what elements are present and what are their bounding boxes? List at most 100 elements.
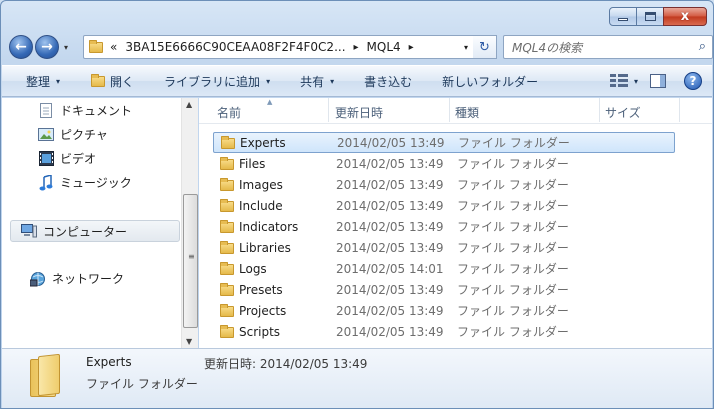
file-name: Experts [240,135,286,150]
view-controls: ▾ ? [609,72,702,90]
address-overflow[interactable]: « [110,40,117,54]
address-bar[interactable]: « 3BA15E6666C90CEAA08F2F4F0C2... ▸ MQL4 … [83,35,475,59]
back-arrow-icon: ← [15,39,27,55]
include-in-library-button[interactable]: ライブラリに追加 ▾ [164,73,270,90]
include-library-label: ライブラリに追加 [164,74,261,89]
chevron-down-icon: ▾ [63,42,68,52]
network-icon [30,271,46,287]
table-row[interactable]: Presets 2014/02/05 13:49 ファイル フォルダー [213,279,675,300]
file-modified: 2014/02/05 14:01 [336,261,444,276]
column-size[interactable]: サイズ [605,104,641,121]
close-button[interactable]: x [663,7,707,26]
forward-arrow-icon: → [41,39,53,55]
table-row[interactable]: Include 2014/02/05 13:49 ファイル フォルダー [213,195,675,216]
column-divider[interactable] [328,98,329,122]
table-row[interactable]: Experts 2014/02/05 13:49 ファイル フォルダー [213,132,675,153]
address-segment-parent[interactable]: 3BA15E6666C90CEAA08F2F4F0C2... [125,40,345,54]
navigation-scrollbar[interactable]: ▲ ≡ ▼ [181,98,198,348]
table-row[interactable]: Libraries 2014/02/05 13:49 ファイル フォルダー [213,237,675,258]
table-row[interactable]: Indicators 2014/02/05 13:49 ファイル フォルダー [213,216,675,237]
table-row[interactable]: Images 2014/02/05 13:49 ファイル フォルダー [213,174,675,195]
address-segment-current[interactable]: MQL4 [367,40,401,54]
file-type: ファイル フォルダー [458,136,570,150]
file-modified: 2014/02/05 13:49 [336,156,444,171]
file-type: ファイル フォルダー [457,325,569,339]
open-label: 開く [110,74,135,89]
burn-button[interactable]: 書き込む [364,73,412,90]
column-divider[interactable] [599,98,600,122]
file-modified: 2014/02/05 13:49 [336,198,444,213]
maximize-button[interactable] [636,7,664,26]
column-divider[interactable] [679,98,680,122]
help-icon[interactable]: ? [684,72,702,90]
minimize-button[interactable] [609,7,637,26]
navigation-pane: ドキュメント ピクチャ ビデオ ミュージック コンピューター ネットワーク [2,98,183,348]
file-name: Images [239,177,283,192]
file-type: ファイル フォルダー [457,304,569,318]
address-history-dropdown[interactable]: ▾ [464,43,468,52]
chevron-down-icon: ▾ [266,76,271,86]
recent-pages-dropdown[interactable]: ▾ [61,35,71,59]
sidebar-item-label: ドキュメント [60,104,133,118]
sidebar-item-label: ネットワーク [52,272,125,286]
column-type[interactable]: 種類 [455,104,479,121]
file-type: ファイル フォルダー [457,241,569,255]
grip-icon: ≡ [188,252,195,261]
column-name[interactable]: 名前 [217,104,241,121]
scroll-down-icon[interactable]: ▼ [186,337,192,346]
open-button[interactable]: 開く [90,73,134,90]
change-view-icon[interactable] [609,74,628,88]
folder-icon [219,324,235,339]
table-row[interactable]: Logs 2014/02/05 14:01 ファイル フォルダー [213,258,675,279]
forward-button[interactable]: → [35,35,59,59]
address-separator-icon[interactable]: ▸ [409,42,414,53]
table-row[interactable]: Scripts 2014/02/05 13:49 ファイル フォルダー [213,321,675,342]
file-type: ファイル フォルダー [457,283,569,297]
refresh-button[interactable]: ↻ [473,35,497,59]
file-modified: 2014/02/05 13:49 [336,303,444,318]
help-glyph: ? [689,74,697,88]
share-button[interactable]: 共有 ▾ [300,73,334,90]
folder-icon [219,198,235,213]
file-modified: 2014/02/05 13:49 [336,324,444,339]
sidebar-item-pictures[interactable]: ピクチャ [38,126,108,143]
new-folder-button[interactable]: 新しいフォルダー [442,73,538,90]
maximize-icon [644,12,656,21]
sidebar-item-label: ミュージック [60,176,132,190]
sidebar-item-computer[interactable]: コンピューター [10,220,180,242]
preview-pane-icon[interactable] [650,74,666,88]
folder-icon [88,40,104,54]
navigation-row: ← → ▾ « 3BA15E6666C90CEAA08F2F4F0C2... ▸… [9,33,713,61]
file-modified: 2014/02/05 13:49 [336,177,444,192]
column-header: ▲ 名前 更新日時 種類 サイズ [199,98,712,124]
folder-icon [219,240,235,255]
file-modified: 2014/02/05 13:49 [336,219,444,234]
organize-button[interactable]: 整理 ▾ [26,73,60,90]
minimize-icon [618,18,628,21]
file-name: Libraries [239,240,291,255]
search-input[interactable]: MQL4の検索 ⌕ [503,35,713,59]
column-divider[interactable] [449,98,450,122]
folder-icon [219,303,235,318]
sidebar-item-music[interactable]: ミュージック [38,174,132,191]
table-row[interactable]: Files 2014/02/05 13:49 ファイル フォルダー [213,153,675,174]
file-type: ファイル フォルダー [457,157,569,171]
chevron-down-icon: ▾ [330,76,335,86]
address-separator-icon[interactable]: ▸ [354,42,359,53]
chevron-down-icon[interactable]: ▾ [634,77,638,86]
computer-icon [21,223,37,239]
music-icon [38,174,54,191]
sidebar-item-documents[interactable]: ドキュメント [38,102,132,119]
file-name: Files [239,156,266,171]
scroll-up-icon[interactable]: ▲ [186,100,192,109]
sidebar-item-network[interactable]: ネットワーク [30,270,124,287]
back-button[interactable]: ← [9,35,33,59]
search-icon[interactable]: ⌕ [699,39,706,54]
scrollbar-thumb[interactable]: ≡ [183,194,198,328]
sidebar-item-videos[interactable]: ビデオ [38,150,96,167]
table-row[interactable]: Projects 2014/02/05 13:49 ファイル フォルダー [213,300,675,321]
column-modified[interactable]: 更新日時 [335,104,383,121]
details-item-name: Experts [86,355,132,369]
folder-icon [30,353,64,397]
sidebar-item-label: ピクチャ [60,128,108,142]
